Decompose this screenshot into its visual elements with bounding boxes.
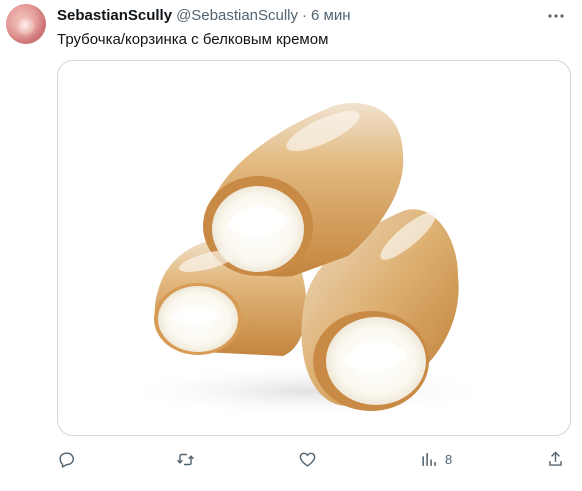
author-name[interactable]: SebastianScully [57,7,172,24]
share-button[interactable] [546,440,565,478]
views-button[interactable]: 8 [420,440,452,478]
like-button[interactable] [298,440,317,478]
retweet-icon [177,453,194,465]
avatar[interactable] [6,4,46,44]
more-icon[interactable] [544,6,568,26]
tweet-actions: 8 [0,440,582,480]
pastry-image [118,103,498,419]
retweet-button[interactable] [176,440,195,478]
reply-button[interactable] [57,440,76,478]
reply-icon [59,451,74,468]
separator: · [302,7,308,24]
views-icon [422,452,436,466]
like-icon [299,452,316,467]
tweet-media-image[interactable] [57,60,571,436]
tweet-text: Трубочка/корзинка с белковым кремом [57,31,329,48]
author-handle[interactable]: @SebastianScully [176,7,298,24]
share-icon [549,451,562,466]
views-count: 8 [445,451,453,467]
tweet-header: SebastianScully @SebastianScully · 6 мин [57,7,351,24]
timestamp[interactable]: 6 мин [311,7,351,24]
